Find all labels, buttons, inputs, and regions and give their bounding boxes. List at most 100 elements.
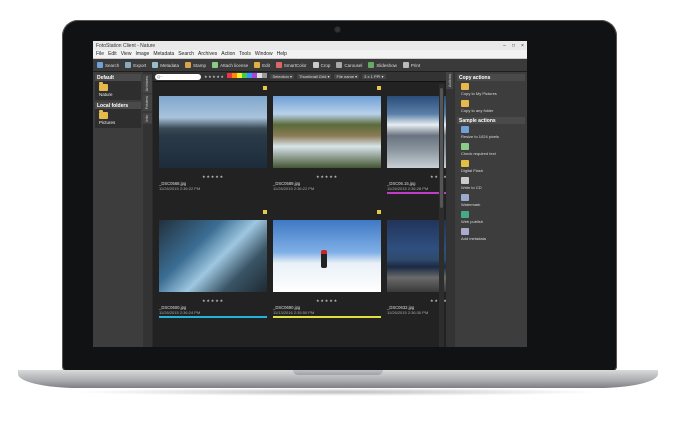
action-resize-to-1024-pixels[interactable]: Resize to 1024 pixels <box>455 124 527 141</box>
folder-label: Pictures <box>99 120 116 125</box>
action-watermark[interactable]: Watermark <box>455 192 527 209</box>
menu-item-help[interactable]: Help <box>277 51 287 57</box>
maximize-button[interactable]: □ <box>509 43 518 49</box>
app-window: FotoStation Client - Nature – □ × File Ed… <box>93 41 527 347</box>
actions-panel: Copy actions Copy to My Pictures Copy to a… <box>455 72 527 347</box>
thumbnail-image[interactable] <box>159 96 267 168</box>
laptop-shadow <box>70 388 606 396</box>
menu-bar: File Edit View Image Metadata Search Archives A… <box>93 50 527 59</box>
search-input[interactable]: Q~ <box>155 73 201 80</box>
webcam <box>335 27 340 32</box>
toolbar-attach-license-button[interactable]: Attach license <box>212 62 248 68</box>
tab-archives[interactable]: Archives <box>143 74 152 94</box>
menu-item-window[interactable]: Window <box>255 51 273 57</box>
color-label-bar <box>273 316 381 318</box>
menu-item-image[interactable]: Image <box>135 51 149 57</box>
action-add-metadata[interactable]: Add metadata <box>455 226 527 243</box>
print-icon <box>402 62 409 68</box>
file-date: 11/26/2015 2:36:28 PM <box>387 186 429 191</box>
zoom-dropdown[interactable]: 3 x 1 PPI ▾ <box>362 74 386 79</box>
action-label: Digital Flash <box>461 168 484 173</box>
color-label-bar <box>159 316 267 318</box>
export-icon <box>125 62 132 68</box>
toolbar-smartcolor-button[interactable]: SmartColor <box>275 62 307 68</box>
tab-folders[interactable]: Folders <box>143 94 152 112</box>
minimize-button[interactable]: – <box>500 43 509 49</box>
color-label-filter <box>227 73 268 80</box>
rating-filter[interactable]: ★★★★★ <box>204 74 224 79</box>
action-web-publish[interactable]: Web publish <box>455 209 527 226</box>
search-icon <box>97 62 103 68</box>
menu-item-file[interactable]: File <box>96 51 104 57</box>
menu-item-metadata[interactable]: Metadata <box>153 51 174 57</box>
action-icon <box>461 160 469 167</box>
action-label: Copy to My Pictures <box>461 91 497 96</box>
action-label: Web publish <box>461 219 483 224</box>
thumbnail-image[interactable] <box>159 220 267 292</box>
toolbar-carousel-button[interactable]: Carousel <box>336 62 362 68</box>
actions-section-header: Sample actions <box>457 117 525 124</box>
sort-dropdown[interactable]: File name ▾ <box>334 74 360 79</box>
toolbar-metadata-button[interactable]: Metadata <box>152 62 179 68</box>
action-label: Check required text <box>461 151 496 156</box>
selection-dropdown[interactable]: Selection ▾ <box>270 74 295 79</box>
menu-item-archives[interactable]: Archives <box>198 51 217 57</box>
thumbnail-item[interactable]: ★★★★★ _DSC0600.jpg 11/26/2015 2:36:24 PM <box>157 208 269 330</box>
toolbar-print-button[interactable]: Print <box>402 62 421 68</box>
toolbar-slideshow-button[interactable]: Slideshow <box>368 62 397 68</box>
folder-item-pictures[interactable]: Pictures <box>95 109 141 128</box>
tab-actions[interactable]: Actions <box>446 72 453 90</box>
window-title: FotoStation Client - Nature <box>96 42 156 49</box>
toolbar-label: SmartColor <box>283 62 307 68</box>
thumbnail-item[interactable]: ★★★★★ _DSC0690.jpg 11/13/2016 2:35:50 PM <box>271 208 383 330</box>
toolbar-edit-button[interactable]: Edit <box>254 62 270 68</box>
thumbnail-item[interactable]: ★★★★★ _DSC0589.jpg 11/26/2015 2:36:22 PM <box>271 84 383 206</box>
right-side-tabs: Actions <box>446 72 455 347</box>
menu-item-action[interactable]: Action <box>221 51 235 57</box>
action-copy-to-my-pictures[interactable]: Copy to My Pictures <box>455 81 527 98</box>
action-check-required-text[interactable]: Check required text <box>455 141 527 158</box>
scroll-thumb[interactable] <box>440 88 443 208</box>
rating-stars[interactable]: ★★★★★ <box>157 298 269 303</box>
action-label: Resize to 1024 pixels <box>461 134 500 139</box>
thumbnail-image[interactable] <box>273 96 381 168</box>
action-write-to-cd[interactable]: Write to CD <box>455 175 527 192</box>
license-icon <box>212 62 219 68</box>
file-date: 11/26/2015 2:36:22 PM <box>273 186 315 191</box>
rating-stars[interactable]: ★★★★★ <box>157 174 269 179</box>
folder-item-nature[interactable]: Nature <box>95 81 141 100</box>
action-copy-to-any-folder[interactable]: Copy to any folder <box>455 98 527 115</box>
folder-icon <box>99 110 108 119</box>
view-mode-dropdown[interactable]: Thumbnail Grid ▾ <box>297 74 332 79</box>
action-icon <box>461 228 469 235</box>
action-label: Watermark <box>461 202 481 207</box>
action-digital-flash[interactable]: Digital Flash <box>455 158 527 175</box>
toolbar-label: Stamp <box>193 62 207 68</box>
menu-item-search[interactable]: Search <box>178 51 194 57</box>
tab-info[interactable]: Info <box>143 112 152 124</box>
toolbar-label: Carousel <box>344 62 363 68</box>
rating-stars[interactable]: ★★★★★ <box>271 298 383 303</box>
toolbar-export-button[interactable]: Export <box>125 62 146 68</box>
toolbar-search-button[interactable]: Search <box>97 62 119 68</box>
slideshow-icon <box>368 62 375 68</box>
grid-scrollbar[interactable] <box>439 84 444 347</box>
menu-item-view[interactable]: View <box>121 51 132 57</box>
file-date: 11/13/2016 2:35:50 PM <box>273 310 315 315</box>
toolbar-stamp-button[interactable]: Stamp <box>185 62 206 68</box>
thumbnail-item[interactable]: ★★★★★ _DSC0568.jpg 11/26/2015 2:36:22 PM <box>157 84 269 206</box>
color-label-swatch[interactable] <box>262 73 268 78</box>
toolbar-crop-button[interactable]: Crop <box>312 62 330 68</box>
menu-item-edit[interactable]: Edit <box>108 51 117 57</box>
menu-item-tools[interactable]: Tools <box>239 51 251 57</box>
filter-bar: Q~ ★★★★★ Selection ▾ Thumbnail Grid ▾ Fi… <box>153 72 446 82</box>
close-button[interactable]: × <box>518 43 527 49</box>
rating-stars[interactable]: ★★★★★ <box>271 174 383 179</box>
thumbnail-image[interactable] <box>273 220 381 292</box>
toolbar-label: Print <box>410 62 421 68</box>
toolbar-label: Search <box>105 62 120 68</box>
file-date: 11/26/2015 2:36:24 PM <box>159 310 201 315</box>
toolbar-label: Edit <box>262 62 270 68</box>
flag-icon <box>377 86 381 90</box>
action-icon <box>461 100 469 107</box>
